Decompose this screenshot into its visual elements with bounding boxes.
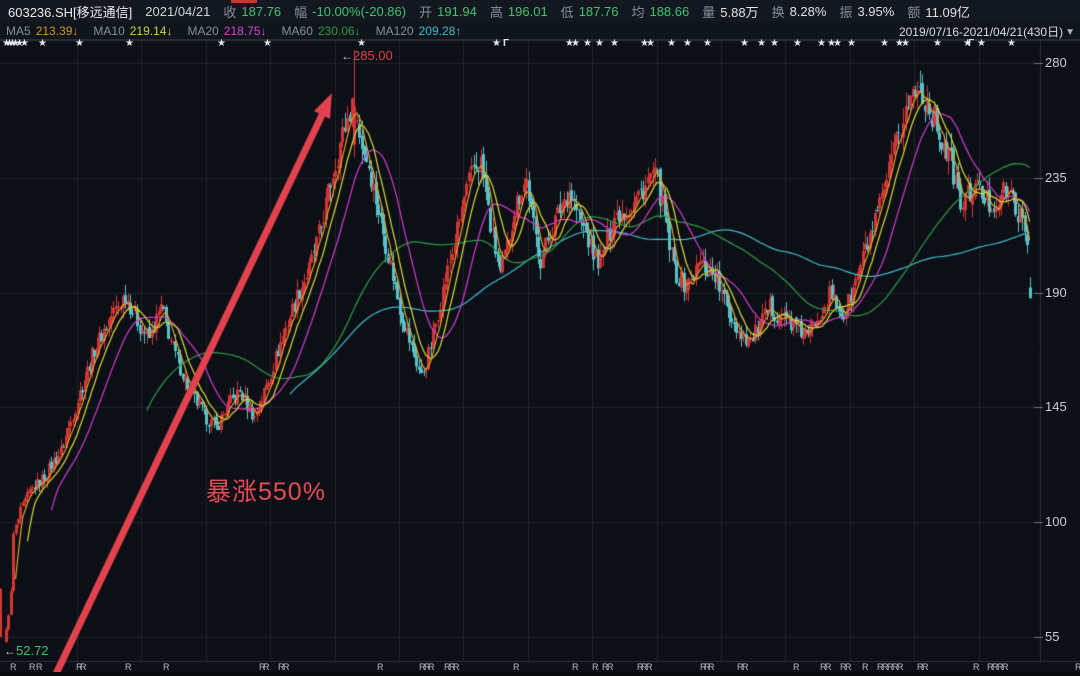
high-price-annotation: ←285.00 — [341, 49, 393, 63]
field-close: 收187.76 — [223, 2, 281, 21]
dividend-r-marker[interactable]: R — [897, 663, 904, 672]
event-star-marker[interactable]: ★ — [263, 39, 272, 49]
event-star-marker[interactable]: ★ — [683, 39, 692, 49]
event-star-marker[interactable]: ★ — [793, 39, 802, 49]
field-avg: 均188.66 — [631, 2, 689, 21]
field-amount: 额11.09亿 — [907, 2, 970, 21]
left-arrow-icon: ← — [4, 644, 16, 658]
dividend-r-marker[interactable]: R — [646, 663, 653, 672]
dividend-r-marker[interactable]: R — [513, 663, 520, 672]
field-high: 高196.01 — [490, 2, 548, 21]
quote-date: 2021/04/21 — [145, 4, 210, 19]
field-amplitude: 振3.95% — [839, 2, 894, 21]
dividend-r-marker[interactable]: R — [607, 663, 614, 672]
field-low: 低187.76 — [561, 2, 619, 21]
dividend-r-marker[interactable]: R — [1002, 663, 1009, 672]
event-star-marker[interactable]: ★ — [740, 39, 749, 49]
event-flag-marker[interactable]: Γ — [968, 39, 974, 49]
stock-chart-app: 603236.SH[移远通信] 2021/04/21 收187.76 幅-10.… — [0, 0, 1080, 676]
dividend-r-marker[interactable]: R — [845, 663, 852, 672]
top-red-marker — [231, 0, 257, 3]
event-star-marker[interactable]: ★ — [847, 39, 856, 49]
y-axis-label: 235 — [1045, 171, 1067, 185]
event-star-marker[interactable]: ★ — [757, 39, 766, 49]
event-flag-marker[interactable]: Γ — [503, 39, 509, 49]
dividend-r-marker[interactable]: R — [263, 663, 270, 672]
surge-annotation-text: 暴涨550% — [206, 472, 326, 508]
dropdown-triangle-icon[interactable]: ▼ — [1065, 27, 1075, 38]
dividend-r-marker[interactable]: R — [793, 663, 800, 672]
dividend-r-marker[interactable]: R — [29, 663, 36, 672]
event-star-marker[interactable]: ★ — [833, 39, 842, 49]
dividend-r-marker[interactable]: R — [742, 663, 749, 672]
y-axis-label: 55 — [1045, 630, 1059, 644]
event-star-marker[interactable]: ★ — [933, 39, 942, 49]
dividend-r-marker[interactable]: R — [377, 663, 384, 672]
field-turnover: 换8.28% — [772, 2, 827, 21]
y-axis-label: 145 — [1045, 400, 1067, 414]
event-star-marker[interactable]: ★ — [1007, 39, 1016, 49]
dividend-r-marker[interactable]: R — [1075, 663, 1080, 672]
low-price-annotation: ←52.72 — [4, 644, 49, 658]
field-change: 幅-10.00%(-20.86) — [294, 2, 406, 21]
event-star-marker[interactable]: ★ — [610, 39, 619, 49]
event-star-marker[interactable]: ★ — [703, 39, 712, 49]
stock-symbol: 603236.SH[移远通信] — [8, 2, 132, 21]
field-volume: 量5.88万 — [702, 2, 758, 21]
event-star-marker[interactable]: ★ — [75, 39, 84, 49]
dividend-r-marker[interactable]: R — [36, 663, 43, 672]
field-open: 开191.94 — [419, 2, 477, 21]
ma20-legend: MA20218.75↓ — [187, 24, 266, 38]
y-axis-label: 280 — [1045, 56, 1067, 70]
event-star-marker[interactable]: ★ — [217, 39, 226, 49]
event-star-marker[interactable]: ★ — [901, 39, 910, 49]
dividend-r-marker[interactable]: R — [825, 663, 832, 672]
dividend-r-marker[interactable]: R — [125, 663, 132, 672]
dividend-r-marker[interactable]: R — [973, 663, 980, 672]
candlestick-chart-canvas[interactable] — [0, 40, 1080, 676]
event-star-marker[interactable]: ★ — [492, 39, 501, 49]
dividend-r-marker[interactable]: R — [428, 663, 435, 672]
event-star-marker[interactable]: ★ — [667, 39, 676, 49]
event-star-marker[interactable]: ★ — [571, 39, 580, 49]
event-star-marker[interactable]: ★ — [880, 39, 889, 49]
dividend-r-marker[interactable]: R — [708, 663, 715, 672]
ma10-legend: MA10219.14↓ — [93, 24, 172, 38]
event-star-marker[interactable]: ★ — [977, 39, 986, 49]
dividend-r-marker[interactable]: R — [592, 663, 599, 672]
event-star-marker[interactable]: ★ — [357, 39, 366, 49]
event-star-marker[interactable]: ★ — [646, 39, 655, 49]
quote-header: 603236.SH[移远通信] 2021/04/21 收187.76 幅-10.… — [0, 0, 1080, 22]
y-axis-label: 100 — [1045, 515, 1067, 529]
dividend-r-marker[interactable]: R — [80, 663, 87, 672]
left-arrow-icon: ← — [341, 49, 353, 63]
dividend-r-marker[interactable]: R — [572, 663, 579, 672]
dividend-r-marker[interactable]: R — [163, 663, 170, 672]
ma120-legend: MA120209.28↑ — [376, 24, 462, 38]
y-axis-label: 190 — [1045, 286, 1067, 300]
dividend-r-marker[interactable]: R — [862, 663, 869, 672]
event-star-marker[interactable]: ★ — [595, 39, 604, 49]
event-star-marker[interactable]: ★ — [20, 39, 29, 49]
dividend-r-marker[interactable]: R — [453, 663, 460, 672]
dividend-r-marker[interactable]: R — [922, 663, 929, 672]
dividend-r-marker[interactable]: R — [283, 663, 290, 672]
bottom-edge — [0, 672, 1080, 676]
event-star-marker[interactable]: ★ — [583, 39, 592, 49]
event-star-marker[interactable]: ★ — [125, 39, 134, 49]
ma60-legend: MA60230.06↓ — [282, 24, 361, 38]
ma5-legend: MA5213.39↓ — [6, 24, 78, 38]
dividend-r-marker[interactable]: R — [10, 663, 17, 672]
event-star-marker[interactable]: ★ — [38, 39, 47, 49]
event-star-marker[interactable]: ★ — [770, 39, 779, 49]
event-star-marker[interactable]: ★ — [817, 39, 826, 49]
